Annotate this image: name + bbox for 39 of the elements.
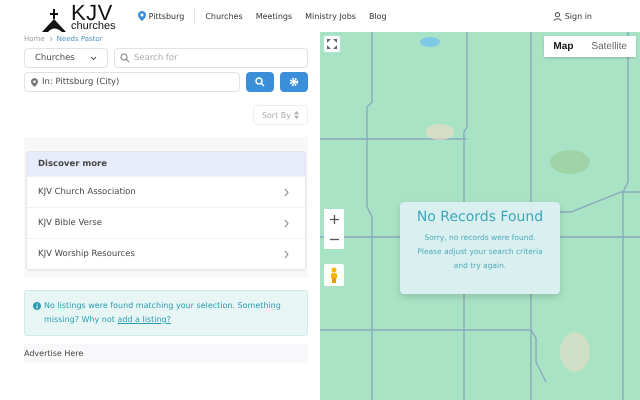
nav-link[interactable]: Blog (368, 12, 387, 20)
chevron-right-icon (48, 36, 53, 42)
chevron-down-icon (90, 56, 97, 60)
discover-link[interactable]: KJV Worship Resources (27, 238, 305, 269)
search-icon (120, 53, 130, 63)
nav-link[interactable]: Ministry Jobs (305, 12, 356, 20)
fullscreen-icon (327, 39, 337, 49)
site-logo[interactable]: KJV churches (40, 2, 116, 32)
map-type-tab[interactable]: Map (544, 36, 582, 57)
settings-button[interactable] (280, 72, 308, 92)
plus-icon (330, 214, 338, 224)
search-field[interactable]: Search for (114, 48, 308, 68)
logo-subtext: churches (71, 21, 116, 32)
map-type-tab[interactable]: Satellite (582, 36, 636, 57)
nav-link[interactable]: Churches (205, 12, 243, 20)
search-button[interactable] (246, 72, 274, 92)
person-icon (330, 267, 338, 283)
search-icon (255, 77, 265, 87)
notice-text: No listings were found matching your selection. Something missing? Why not add a listing? (44, 300, 282, 326)
sort-icon (294, 111, 299, 119)
discover-link[interactable]: KJV Bible Verse (27, 207, 305, 238)
chevron-right-icon (284, 188, 289, 196)
chevron-right-icon (284, 218, 289, 228)
category-dropdown[interactable]: Churches (24, 48, 108, 68)
nav-link[interactable]: Meetings (256, 12, 292, 20)
info-icon (33, 302, 41, 310)
location-pin-icon (31, 78, 38, 86)
location-link[interactable]: Pittsburg (138, 11, 184, 21)
advertise-heading: Advertise Here (24, 349, 84, 358)
no-records-heading: No Records Found (416, 209, 544, 225)
location-field[interactable]: In: Pittsburg (City) (24, 72, 240, 92)
discover-link[interactable]: KJV Church Association (27, 176, 305, 207)
sign-in-link[interactable]: Sign in (552, 12, 592, 20)
user-icon (552, 12, 562, 20)
location-pin-icon (138, 11, 146, 21)
chevron-right-icon (284, 250, 289, 258)
discover-heading: Discover more (27, 152, 305, 176)
settings-icon (289, 77, 299, 87)
fullscreen-button[interactable] (324, 36, 340, 52)
